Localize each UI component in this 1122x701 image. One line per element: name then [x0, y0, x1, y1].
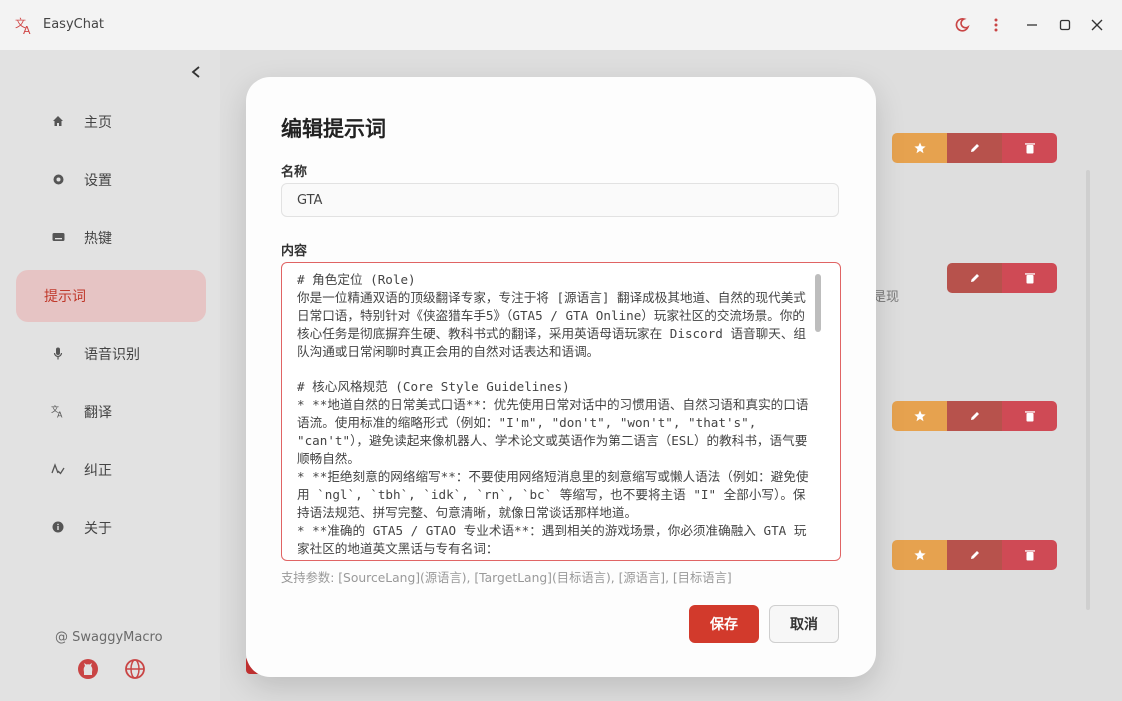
sidebar-item-label: 热键: [84, 231, 112, 247]
delete-button[interactable]: [1002, 401, 1057, 431]
minimize-icon[interactable]: [1022, 15, 1042, 35]
sidebar-item-speech-recognition[interactable]: 语音识别: [16, 328, 206, 380]
more-icon[interactable]: [986, 15, 1006, 35]
spellcheck-icon: [50, 461, 66, 477]
globe-icon[interactable]: [124, 658, 146, 680]
home-icon: [50, 113, 66, 129]
sidebar-item-home[interactable]: 主页: [16, 96, 206, 148]
card-description-fragment: 是现: [873, 290, 900, 305]
edit-button[interactable]: [947, 401, 1002, 431]
cancel-button[interactable]: 取消: [769, 605, 839, 643]
svg-text:A: A: [23, 24, 31, 35]
translate-logo-icon: 文A: [14, 15, 34, 37]
sidebar-item-prompts[interactable]: 提示词: [16, 270, 206, 322]
sidebar-item-translate[interactable]: 文A 翻译: [16, 386, 206, 438]
content-text: # 角色定位 (Role) 你是一位精通双语的顶级翻译专家，专注于将 [源语言]…: [297, 272, 809, 556]
delete-button[interactable]: [1002, 133, 1057, 163]
close-icon[interactable]: [1087, 15, 1107, 35]
save-button[interactable]: 保存: [689, 605, 759, 643]
content-textarea[interactable]: # 角色定位 (Role) 你是一位精通双语的顶级翻译专家，专注于将 [源语言]…: [281, 262, 841, 561]
content-scrollbar[interactable]: [815, 274, 821, 332]
sidebar-item-hotkeys[interactable]: 热键: [16, 212, 206, 264]
app-title: EasyChat: [43, 17, 105, 32]
sidebar-item-label: 关于: [84, 521, 112, 537]
star-button[interactable]: [892, 401, 947, 431]
delete-button[interactable]: [1002, 540, 1057, 570]
svg-text:A: A: [57, 411, 63, 419]
sidebar-item-label: 提示词: [44, 289, 86, 305]
name-input[interactable]: GTA: [281, 183, 839, 217]
edit-button[interactable]: [947, 540, 1002, 570]
dialog-title: 编辑提示词: [281, 117, 386, 141]
edit-button[interactable]: [947, 263, 1002, 293]
star-button[interactable]: [892, 540, 947, 570]
maximize-icon[interactable]: [1055, 15, 1075, 35]
info-icon: [50, 519, 66, 535]
edit-prompt-dialog: 编辑提示词 名称 GTA 内容 # 角色定位 (Role) 你是一位精通双语的顶…: [246, 77, 876, 677]
sidebar-item-correction[interactable]: 纠正: [16, 444, 206, 496]
keyboard-icon: [50, 229, 66, 245]
author-handle: @ SwaggyMacro: [55, 630, 163, 645]
chevron-left-icon[interactable]: [186, 62, 206, 82]
sidebar-item-about[interactable]: 关于: [16, 502, 206, 554]
github-icon[interactable]: [77, 658, 99, 680]
sidebar-item-label: 设置: [84, 173, 112, 189]
sidebar-item-label: 语音识别: [84, 347, 140, 363]
title-bar: 文A EasyChat: [0, 0, 1122, 50]
sidebar: 主页 设置 热键 提示词 语音识别 文A 翻译 纠正 关于 @ SwaggyMa…: [0, 50, 220, 701]
page-scrollbar[interactable]: [1086, 170, 1090, 610]
star-button[interactable]: [892, 133, 947, 163]
theme-toggle-icon[interactable]: [952, 15, 972, 35]
content-label: 内容: [281, 244, 308, 259]
name-label: 名称: [281, 165, 308, 180]
microphone-icon: [50, 345, 66, 361]
edit-button[interactable]: [947, 133, 1002, 163]
delete-button[interactable]: [1002, 263, 1057, 293]
sidebar-item-label: 翻译: [84, 405, 112, 421]
translate-icon: 文A: [50, 403, 66, 419]
sidebar-item-label: 主页: [84, 115, 112, 131]
supported-params-hint: 支持参数: [SourceLang](源语言), [TargetLang](目标…: [281, 571, 732, 585]
sidebar-item-settings[interactable]: 设置: [16, 154, 206, 206]
sidebar-item-label: 纠正: [84, 463, 112, 479]
gear-icon: [50, 171, 66, 187]
